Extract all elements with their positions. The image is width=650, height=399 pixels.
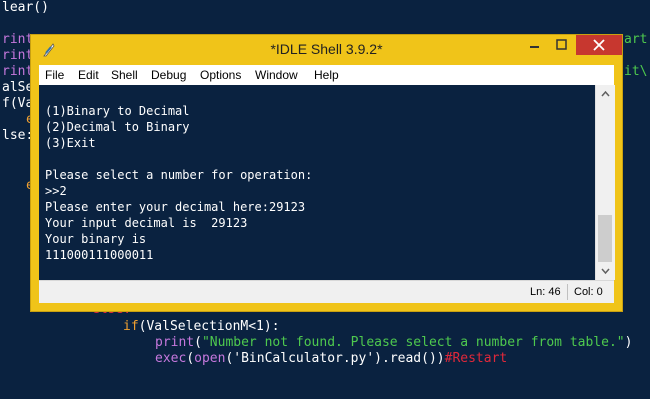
menu-shell[interactable]: Shell <box>111 68 138 82</box>
idle-shell-window[interactable]: *IDLE Shell 3.9.2* File Edit Shell Debug… <box>31 35 622 311</box>
close-button[interactable] <box>576 35 622 55</box>
editor-code-line: exec(open('BinCalculator.py').read())#Re… <box>155 351 507 367</box>
column-number-status: Col: 0 <box>574 286 603 298</box>
minimize-button[interactable] <box>521 35 547 55</box>
menu-help[interactable]: Help <box>314 68 339 82</box>
code-text: .read()) <box>382 351 445 366</box>
keyword: if <box>123 319 139 334</box>
close-icon <box>593 39 605 51</box>
menu-window[interactable]: Window <box>255 68 298 82</box>
editor-line: rint <box>2 48 34 63</box>
menu-edit[interactable]: Edit <box>78 68 99 82</box>
scroll-down-arrow-icon[interactable] <box>596 263 615 280</box>
title-bar[interactable]: *IDLE Shell 3.9.2* <box>31 35 622 65</box>
status-divider <box>567 284 568 300</box>
editor-code-line: print("Number not found. Please select a… <box>155 335 633 350</box>
shell-output-area[interactable]: (1)Binary to Decimal (2)Decimal to Binar… <box>39 85 615 280</box>
scrollbar-thumb[interactable] <box>598 215 612 262</box>
builtin: exec <box>155 351 187 366</box>
editor-line: art <box>624 32 648 47</box>
editor-line: lse: <box>2 128 34 143</box>
menu-debug[interactable]: Debug <box>151 68 186 82</box>
comment: #Restart <box>444 351 508 366</box>
menu-bar: File Edit Shell Debug Options Window Hel… <box>39 65 614 85</box>
shell-output: (1)Binary to Decimal (2)Decimal to Binar… <box>45 104 313 262</box>
status-bar: Ln: 46 Col: 0 <box>39 280 614 303</box>
editor-line: rint <box>2 32 34 47</box>
maximize-button[interactable] <box>548 35 575 55</box>
editor-line: lear() <box>2 0 49 15</box>
editor-line: alSe <box>2 80 34 95</box>
code-text: ) <box>624 335 633 350</box>
line-number-status: Ln: 46 <box>530 286 561 298</box>
string-literal: "Number not found. Please select a numbe… <box>201 335 625 350</box>
menu-options[interactable]: Options <box>200 68 241 82</box>
editor-code-line: if(ValSelectionM<1): <box>123 319 280 335</box>
scroll-up-arrow-icon[interactable] <box>596 85 615 102</box>
code-text: (ValSelectionM<1): <box>138 319 280 334</box>
builtin: open <box>194 351 226 366</box>
menu-file[interactable]: File <box>45 68 64 82</box>
vertical-scrollbar[interactable] <box>595 85 615 280</box>
code-text: ( <box>186 351 195 366</box>
editor-line: f(Va <box>2 96 34 111</box>
editor-line: it\ <box>624 64 648 79</box>
editor-line: rint <box>2 64 34 79</box>
code-text: ('BinCalculator.py') <box>225 351 382 366</box>
builtin: print <box>155 335 195 350</box>
